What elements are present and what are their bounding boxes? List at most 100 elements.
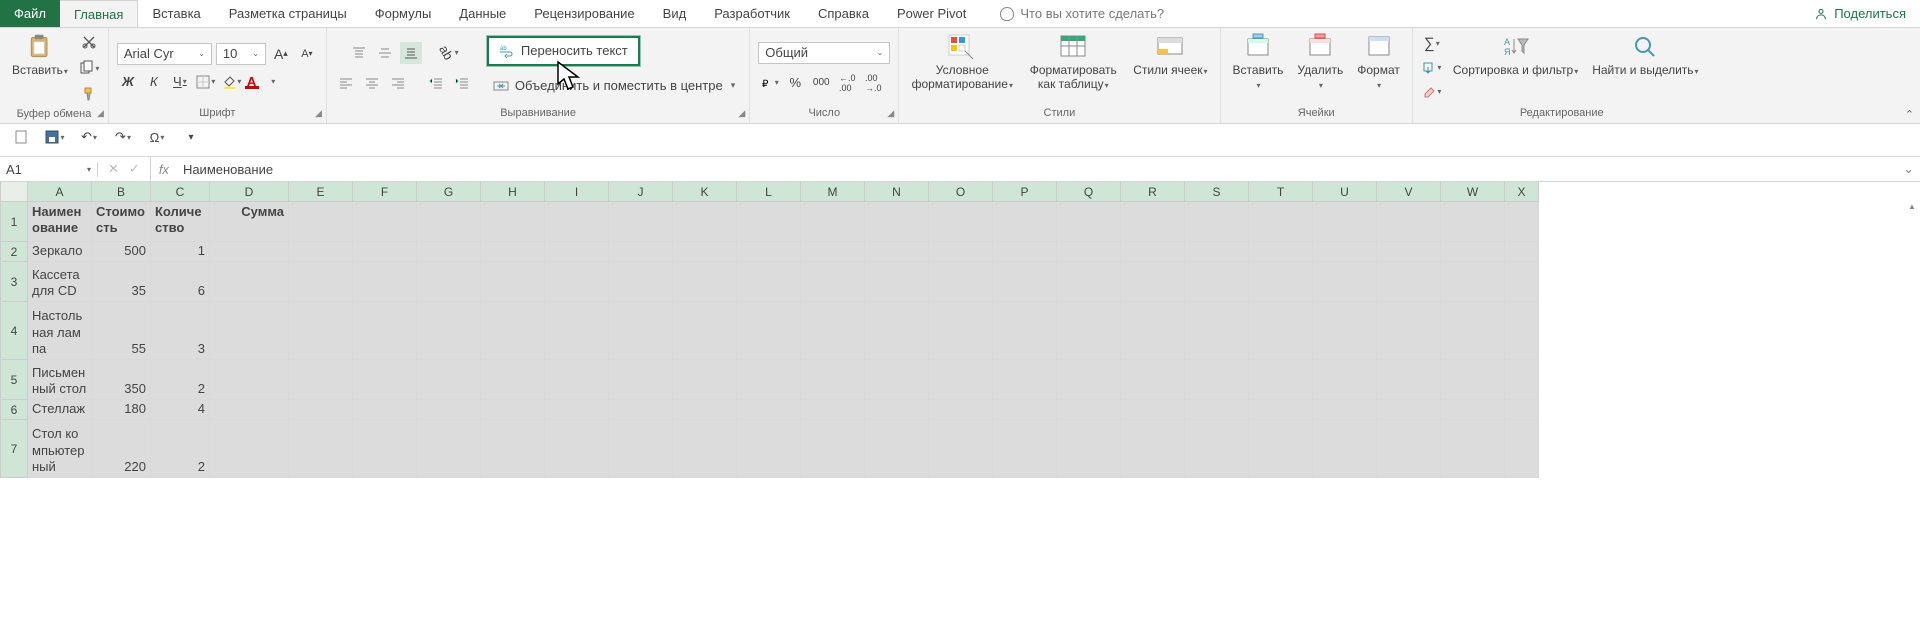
cell[interactable]: Письменный стол xyxy=(28,360,92,400)
align-right-button[interactable] xyxy=(387,72,409,94)
cell[interactable] xyxy=(1441,202,1505,242)
cell[interactable] xyxy=(1313,202,1377,242)
cell[interactable] xyxy=(673,262,737,302)
cell[interactable] xyxy=(481,262,545,302)
cell[interactable] xyxy=(865,302,929,360)
cell[interactable] xyxy=(1057,302,1121,360)
cut-button[interactable] xyxy=(78,31,100,53)
cell[interactable] xyxy=(545,202,609,242)
cell[interactable] xyxy=(673,400,737,420)
cell[interactable] xyxy=(417,242,481,262)
cell[interactable] xyxy=(1121,420,1185,478)
tell-me-search[interactable]: Что вы хотите сделать? xyxy=(1000,0,1164,27)
align-top-button[interactable] xyxy=(348,42,370,64)
column-header[interactable]: S xyxy=(1185,182,1249,202)
format-as-table-button[interactable]: Форматировать как таблицу▾ xyxy=(1023,31,1123,104)
cell[interactable] xyxy=(353,262,417,302)
cell[interactable]: Количество xyxy=(151,202,210,242)
tab-help[interactable]: Справка xyxy=(804,0,883,27)
cell[interactable] xyxy=(289,302,353,360)
tab-developer[interactable]: Разработчик xyxy=(700,0,804,27)
cell[interactable]: 35 xyxy=(92,262,151,302)
cell[interactable] xyxy=(1185,202,1249,242)
cell[interactable] xyxy=(1121,400,1185,420)
cell[interactable] xyxy=(1441,262,1505,302)
formula-input[interactable]: Наименование xyxy=(177,162,1897,177)
select-all-corner[interactable] xyxy=(0,182,28,202)
cell[interactable]: 500 xyxy=(92,242,151,262)
column-header[interactable]: Q xyxy=(1057,182,1121,202)
cell[interactable] xyxy=(993,420,1057,478)
cell[interactable]: 3 xyxy=(151,302,210,360)
cell[interactable] xyxy=(993,202,1057,242)
column-header[interactable]: H xyxy=(481,182,545,202)
cell[interactable] xyxy=(609,302,673,360)
cell[interactable] xyxy=(289,202,353,242)
collapse-ribbon-button[interactable]: ⌃ xyxy=(1899,106,1920,123)
column-header[interactable]: K xyxy=(673,182,737,202)
cell[interactable] xyxy=(1505,360,1539,400)
cell[interactable] xyxy=(865,400,929,420)
cell[interactable]: 220 xyxy=(92,420,151,478)
percent-button[interactable]: % xyxy=(784,72,806,94)
cell[interactable] xyxy=(993,302,1057,360)
cell[interactable] xyxy=(929,202,993,242)
cell[interactable]: Сумма xyxy=(210,202,289,242)
increase-font-button[interactable]: A▴ xyxy=(270,43,292,65)
cell[interactable] xyxy=(1377,262,1441,302)
column-header[interactable]: R xyxy=(1121,182,1185,202)
underline-button[interactable]: Ч▾ xyxy=(169,71,191,93)
tab-view[interactable]: Вид xyxy=(649,0,701,27)
row-header[interactable]: 4 xyxy=(0,302,28,360)
cell[interactable]: Зеркало xyxy=(28,242,92,262)
increase-decimal-button[interactable]: ←.0.00 xyxy=(836,72,858,94)
cell[interactable] xyxy=(737,360,801,400)
cell[interactable] xyxy=(1249,262,1313,302)
cell[interactable] xyxy=(929,360,993,400)
cell[interactable] xyxy=(1377,302,1441,360)
cell[interactable] xyxy=(1121,202,1185,242)
cell[interactable] xyxy=(353,360,417,400)
name-box[interactable]: A1▾ xyxy=(0,162,98,177)
cell[interactable] xyxy=(545,302,609,360)
cell[interactable] xyxy=(481,420,545,478)
cell[interactable] xyxy=(1505,242,1539,262)
wrap-text-button[interactable]: ab Переносить текст xyxy=(487,36,640,66)
number-launcher[interactable]: ◢ xyxy=(887,108,894,119)
cell[interactable] xyxy=(609,420,673,478)
tab-powerpivot[interactable]: Power Pivot xyxy=(883,0,980,27)
align-center-button[interactable] xyxy=(361,72,383,94)
cell[interactable] xyxy=(929,302,993,360)
tab-insert[interactable]: Вставка xyxy=(138,0,214,27)
cell[interactable]: Стол компьютерный xyxy=(28,420,92,478)
cell[interactable]: 180 xyxy=(92,400,151,420)
cell[interactable] xyxy=(417,360,481,400)
borders-button[interactable]: ▾ xyxy=(195,71,217,93)
cell[interactable] xyxy=(1505,420,1539,478)
cell[interactable] xyxy=(929,262,993,302)
cell[interactable] xyxy=(801,360,865,400)
cell[interactable] xyxy=(801,202,865,242)
format-painter-button[interactable] xyxy=(78,83,100,105)
cell[interactable] xyxy=(417,420,481,478)
cell[interactable] xyxy=(1441,242,1505,262)
column-header[interactable]: C xyxy=(151,182,210,202)
cancel-formula-button[interactable]: ✕ xyxy=(108,161,119,177)
cell[interactable] xyxy=(1505,262,1539,302)
italic-button[interactable]: К xyxy=(143,71,165,93)
cell[interactable] xyxy=(210,242,289,262)
cell[interactable] xyxy=(1185,400,1249,420)
cell[interactable] xyxy=(673,360,737,400)
cell[interactable] xyxy=(1377,360,1441,400)
column-header[interactable]: A xyxy=(28,182,92,202)
column-header[interactable]: J xyxy=(609,182,673,202)
cell[interactable] xyxy=(210,400,289,420)
cell[interactable] xyxy=(801,242,865,262)
cell[interactable] xyxy=(1313,242,1377,262)
column-header[interactable]: L xyxy=(737,182,801,202)
font-size-combo[interactable]: 10⌄ xyxy=(216,43,266,65)
cell[interactable] xyxy=(1057,360,1121,400)
cell[interactable] xyxy=(673,302,737,360)
conditional-formatting-button[interactable]: Условное форматирование▾ xyxy=(907,31,1017,104)
orientation-button[interactable]: ab▾ xyxy=(438,42,460,64)
